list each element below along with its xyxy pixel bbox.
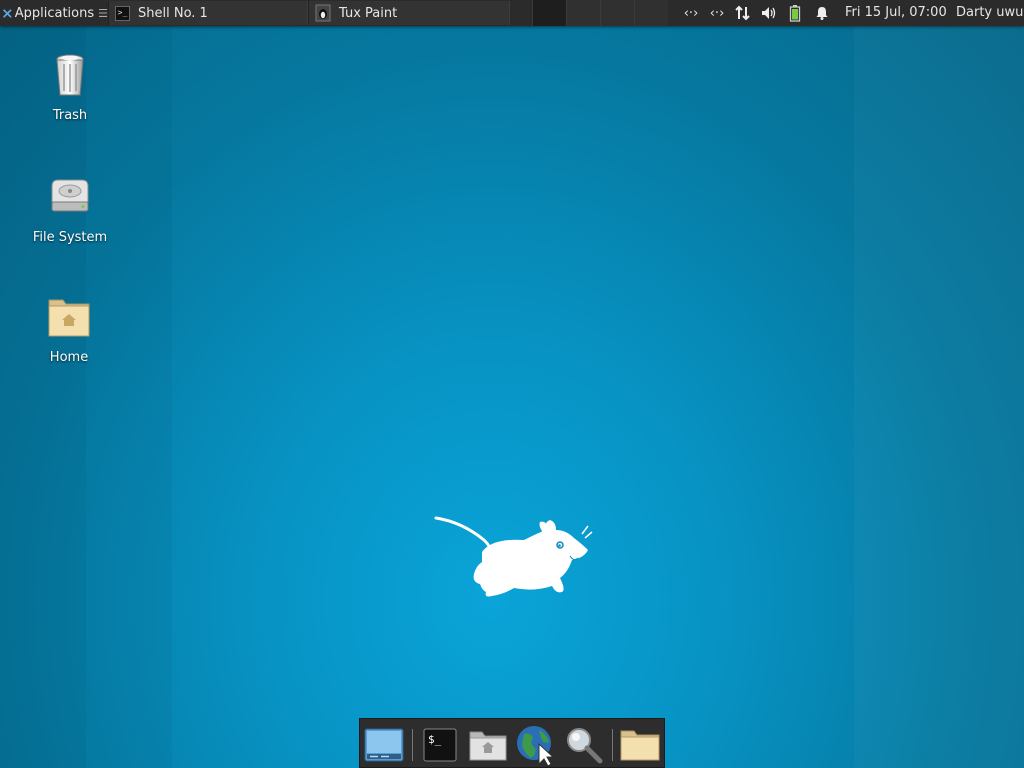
wallpaper-band	[86, 26, 172, 768]
dock-search[interactable]	[562, 723, 606, 767]
dock-web-browser[interactable]	[514, 723, 558, 767]
applications-label: Applications	[14, 5, 95, 21]
dock-terminal[interactable]: $_	[418, 723, 462, 767]
battery-icon[interactable]	[788, 4, 802, 22]
desktop-icon-file-system[interactable]: File System	[25, 172, 115, 245]
dock-separator	[612, 729, 613, 761]
task-tux-paint[interactable]: Tux Paint	[308, 1, 510, 25]
workspace-4[interactable]	[634, 0, 668, 26]
desktop-icon-label: Trash	[52, 108, 88, 123]
search-icon	[567, 728, 603, 764]
desktop-icon-home[interactable]: Home	[24, 292, 114, 365]
task-label: Tux Paint	[339, 5, 398, 21]
dock: $_	[359, 718, 665, 768]
desktop-icon-label: File System	[32, 230, 108, 245]
svg-text:$_: $_	[428, 733, 442, 746]
user-menu[interactable]: Darty uwu	[956, 0, 1024, 26]
dock-folder[interactable]	[618, 723, 662, 767]
volume-icon[interactable]	[760, 4, 778, 22]
desktop-icon-trash[interactable]: Trash	[25, 50, 115, 123]
network-icon[interactable]: ‹·›	[682, 4, 700, 22]
terminal-icon: $_	[423, 728, 457, 762]
transfer-icon[interactable]	[734, 4, 752, 22]
xfce-logo-icon	[3, 8, 12, 18]
wallpaper-band	[0, 26, 86, 768]
workspace-2[interactable]	[566, 0, 600, 26]
trash-icon	[56, 54, 84, 96]
notification-bell-icon[interactable]	[813, 4, 831, 22]
drive-icon	[51, 179, 89, 212]
dock-show-desktop[interactable]	[362, 723, 406, 767]
home-folder-icon	[48, 299, 90, 337]
dock-home-folder[interactable]	[466, 723, 510, 767]
desktop-icon-label: Home	[49, 350, 89, 365]
web-browser-icon	[517, 726, 555, 766]
folder-icon	[620, 730, 660, 761]
menu-indicator-icon: ☰	[98, 6, 108, 20]
terminal-icon: >_	[115, 5, 130, 21]
xfce-mouse-logo	[434, 516, 593, 597]
workspace-3[interactable]	[600, 0, 634, 26]
wallpaper-band	[854, 26, 1024, 768]
workspace-1[interactable]	[532, 0, 566, 26]
clock[interactable]: Fri 15 Jul, 07:00	[845, 0, 947, 26]
task-label: Shell No. 1	[138, 5, 208, 21]
task-shell[interactable]: >_ Shell No. 1	[108, 1, 308, 25]
show-desktop-icon	[364, 728, 404, 762]
dock-separator	[412, 729, 413, 761]
top-panel: Applications ☰ >_ Shell No. 1 Tux Paint …	[0, 0, 1024, 26]
tux-paint-icon	[315, 4, 331, 22]
home-folder-icon	[469, 731, 507, 761]
applications-menu-button[interactable]: Applications ☰	[0, 0, 108, 26]
network-icon[interactable]: ‹·›	[708, 4, 726, 22]
